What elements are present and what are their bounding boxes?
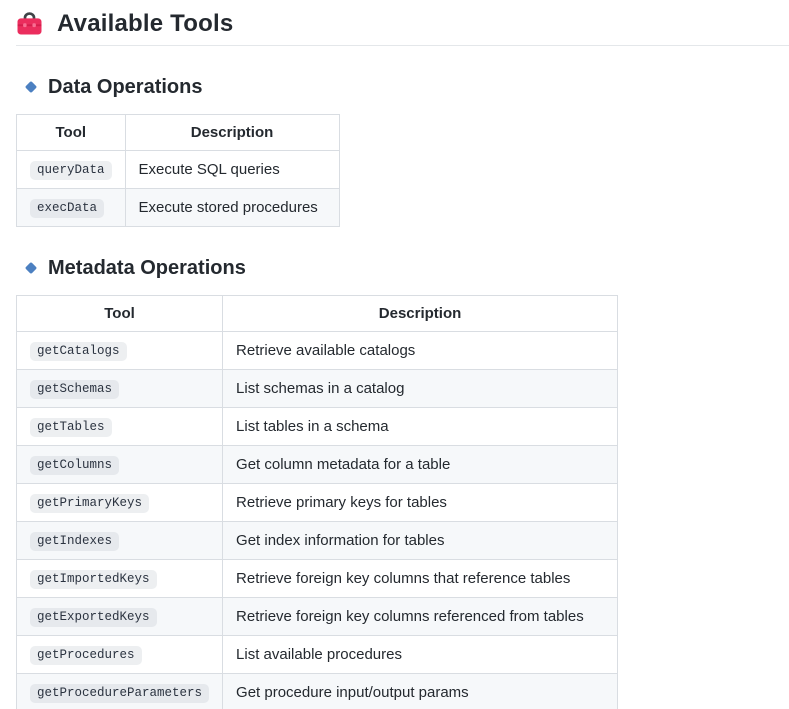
- table-row: getCatalogs Retrieve available catalogs: [17, 332, 618, 370]
- table-row: getTables List tables in a schema: [17, 408, 618, 446]
- description-cell: Execute SQL queries: [125, 151, 339, 189]
- column-header-description: Description: [223, 296, 618, 332]
- description-cell: Get index information for tables: [223, 522, 618, 560]
- tool-cell: getExportedKeys: [17, 598, 223, 636]
- description-cell: List tables in a schema: [223, 408, 618, 446]
- table-row: getColumns Get column metadata for a tabl…: [17, 446, 618, 484]
- section-heading-metadata-operations: Metadata Operations: [24, 256, 789, 280]
- tool-code-chip: getExportedKeys: [30, 608, 157, 627]
- tool-cell: getProcedures: [17, 636, 223, 674]
- tool-code-chip: execData: [30, 199, 104, 218]
- section-title: Metadata Operations: [48, 256, 246, 280]
- small-blue-diamond-icon: [24, 261, 38, 275]
- description-cell: Execute stored procedures: [125, 189, 339, 227]
- tool-code-chip: getPrimaryKeys: [30, 494, 149, 513]
- small-blue-diamond-icon: [24, 80, 38, 94]
- description-cell: Retrieve foreign key columns referenced …: [223, 598, 618, 636]
- metadata-operations-table: Tool Description getCatalogs Retrieve ava…: [16, 295, 618, 709]
- table-row: execData Execute stored procedures: [17, 189, 340, 227]
- table-row: getIndexes Get index information for tabl…: [17, 522, 618, 560]
- tool-code-chip: queryData: [30, 161, 112, 180]
- table-row: getSchemas List schemas in a catalog: [17, 370, 618, 408]
- tool-code-chip: getColumns: [30, 456, 119, 475]
- tool-cell: getTables: [17, 408, 223, 446]
- description-cell: Get procedure input/output params: [223, 674, 618, 709]
- description-cell: List schemas in a catalog: [223, 370, 618, 408]
- tool-cell: getIndexes: [17, 522, 223, 560]
- description-cell: Retrieve available catalogs: [223, 332, 618, 370]
- table-row: queryData Execute SQL queries: [17, 151, 340, 189]
- section-title: Data Operations: [48, 75, 202, 99]
- page-title: Available Tools: [57, 10, 233, 38]
- table-row: getProcedureParameters Get procedure inpu…: [17, 674, 618, 709]
- table-row: getProcedures List available procedures: [17, 636, 618, 674]
- tool-cell: getProcedureParameters: [17, 674, 223, 709]
- tool-cell: getPrimaryKeys: [17, 484, 223, 522]
- tool-code-chip: getProcedureParameters: [30, 684, 209, 703]
- tool-cell: getColumns: [17, 446, 223, 484]
- tool-code-chip: getCatalogs: [30, 342, 127, 361]
- tool-code-chip: getSchemas: [30, 380, 119, 399]
- column-header-tool: Tool: [17, 115, 126, 151]
- tool-code-chip: getIndexes: [30, 532, 119, 551]
- section-heading-data-operations: Data Operations: [24, 75, 789, 99]
- column-header-tool: Tool: [17, 296, 223, 332]
- tool-cell: getImportedKeys: [17, 560, 223, 598]
- tool-code-chip: getTables: [30, 418, 112, 437]
- data-operations-table: Tool Description queryData Execute SQL qu…: [16, 114, 340, 227]
- page-title-row: Available Tools: [16, 0, 789, 46]
- description-cell: Get column metadata for a table: [223, 446, 618, 484]
- column-header-description: Description: [125, 115, 339, 151]
- description-cell: Retrieve foreign key columns that refere…: [223, 560, 618, 598]
- description-cell: Retrieve primary keys for tables: [223, 484, 618, 522]
- tool-code-chip: getProcedures: [30, 646, 142, 665]
- tool-code-chip: getImportedKeys: [30, 570, 157, 589]
- tool-cell: getSchemas: [17, 370, 223, 408]
- document-page: Available Tools Data Operations Tool Des…: [0, 0, 789, 709]
- table-header-row: Tool Description: [17, 115, 340, 151]
- tool-cell: getCatalogs: [17, 332, 223, 370]
- table-header-row: Tool Description: [17, 296, 618, 332]
- toolbox-icon: [16, 11, 43, 37]
- description-cell: List available procedures: [223, 636, 618, 674]
- table-row: getExportedKeys Retrieve foreign key colu…: [17, 598, 618, 636]
- table-row: getImportedKeys Retrieve foreign key colu…: [17, 560, 618, 598]
- tool-cell: execData: [17, 189, 126, 227]
- table-row: getPrimaryKeys Retrieve primary keys for …: [17, 484, 618, 522]
- tool-cell: queryData: [17, 151, 126, 189]
